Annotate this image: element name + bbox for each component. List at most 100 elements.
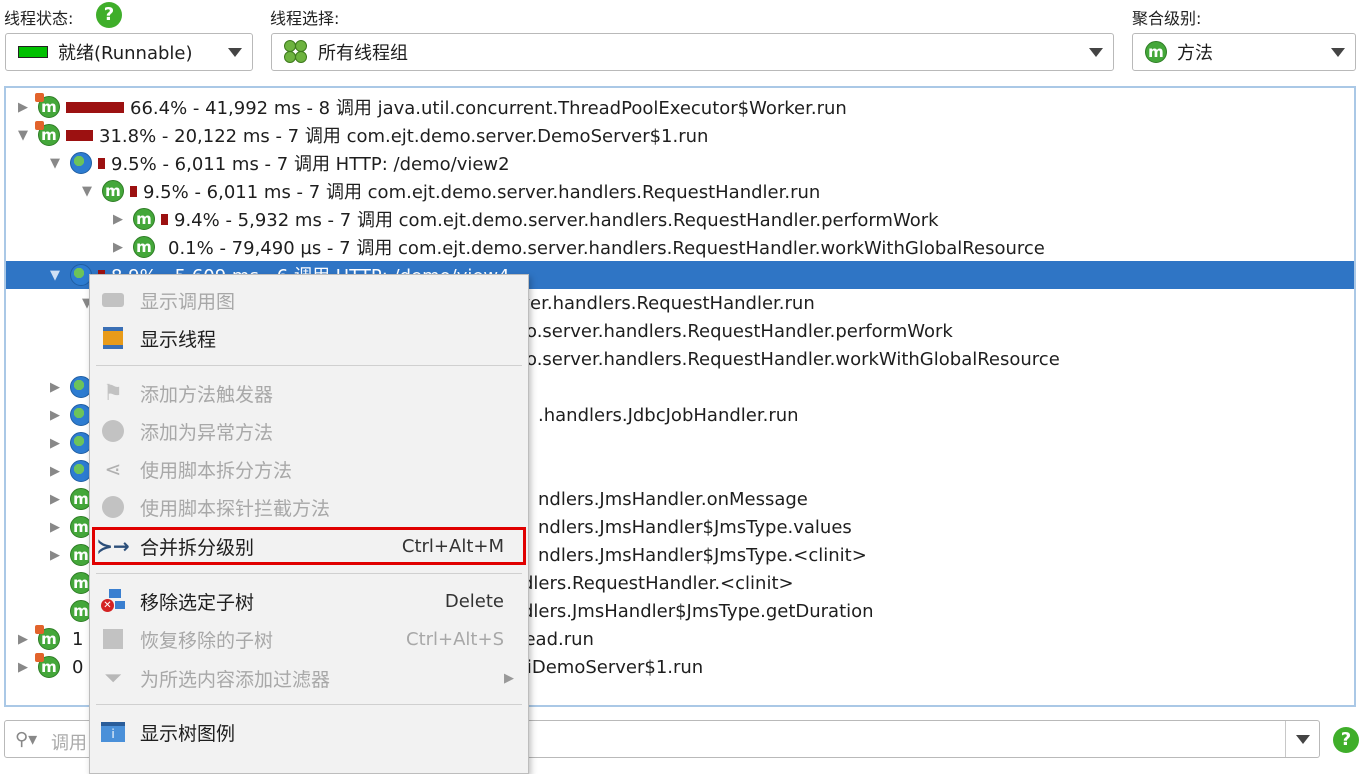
tree-row[interactable]: m 9.5% - 6,011 ms - 7 调用 com.ejt.demo.se… bbox=[6, 177, 1354, 205]
menu-separator bbox=[96, 573, 522, 574]
thread-state-value: 就绪(Runnable) bbox=[58, 43, 193, 64]
expand-icon[interactable] bbox=[46, 520, 64, 535]
menu-item-remove-subtree[interactable]: ✕ 移除选定子树 Delete bbox=[90, 583, 528, 619]
flag-icon: ⚑ bbox=[103, 380, 123, 406]
chevron-down-icon bbox=[1331, 48, 1345, 57]
expand-icon[interactable] bbox=[109, 240, 127, 255]
method-icon: m bbox=[133, 236, 155, 258]
expand-icon[interactable] bbox=[109, 212, 127, 227]
filter-dropdown-button[interactable] bbox=[1285, 721, 1319, 757]
row-label: 31.8% - 20,122 ms - 7 调用 com.ejt.demo.se… bbox=[99, 126, 709, 147]
row-label: 9.4% - 5,932 ms - 7 调用 com.ejt.demo.serv… bbox=[174, 210, 939, 231]
row-label: 66.4% - 41,992 ms - 8 调用 java.util.concu… bbox=[130, 98, 847, 119]
menu-separator bbox=[96, 704, 522, 705]
method-icon: m bbox=[35, 653, 60, 678]
menu-item-add-exception-method[interactable]: 添加为异常方法 bbox=[90, 413, 528, 449]
expand-icon[interactable] bbox=[14, 660, 32, 675]
method-icon: m bbox=[102, 180, 124, 202]
row-label-prefix: 1 bbox=[72, 628, 84, 650]
row-label: ndlers.JmsHandler$JmsType.<clinit> bbox=[538, 544, 867, 566]
collapse-icon[interactable] bbox=[14, 128, 32, 143]
menu-item-intercept-probe-script[interactable]: 使用脚本探针拦截方法 bbox=[90, 489, 528, 525]
aggregation-combo[interactable]: m 方法 bbox=[1132, 33, 1356, 71]
row-label: 9.5% - 6,011 ms - 7 调用 com.ejt.demo.serv… bbox=[143, 182, 821, 203]
expand-icon[interactable] bbox=[46, 464, 64, 479]
tree-row[interactable]: 9.5% - 6,011 ms - 7 调用 HTTP: /demo/view2 bbox=[6, 149, 1354, 177]
expand-icon[interactable] bbox=[14, 100, 32, 115]
expand-icon[interactable] bbox=[46, 408, 64, 423]
row-label: 9.5% - 6,011 ms - 7 调用 HTTP: /demo/view2 bbox=[111, 154, 510, 175]
chevron-down-icon bbox=[228, 48, 242, 57]
row-label: o.server.handlers.RequestHandler.workWit… bbox=[526, 348, 1060, 370]
thread-state-combo[interactable]: 就绪(Runnable) bbox=[5, 33, 253, 71]
context-menu: 显示调用图 显示线程 ⚑ 添加方法触发器 添加为异常方法 ⋖ 使用脚本拆分方法 … bbox=[89, 274, 529, 774]
tree-row[interactable]: m 0.1% - 79,490 µs - 7 调用 com.ejt.demo.s… bbox=[6, 233, 1354, 261]
collapse-icon[interactable] bbox=[46, 268, 64, 283]
menu-item-show-call-graph[interactable]: 显示调用图 bbox=[90, 282, 528, 318]
probe-icon bbox=[100, 494, 126, 520]
globe-icon bbox=[70, 152, 92, 174]
row-label: dlers.JmsHandler$JmsType.getDuration bbox=[522, 600, 874, 622]
submenu-arrow-icon: ▶ bbox=[504, 670, 514, 686]
highlight-box bbox=[92, 527, 526, 565]
tree-row[interactable]: m 66.4% - 41,992 ms - 8 调用 java.util.con… bbox=[6, 93, 1354, 121]
row-label: o.server.handlers.RequestHandler.perform… bbox=[526, 320, 953, 342]
percent-bar bbox=[98, 157, 105, 169]
menu-item-split-method-script[interactable]: ⋖ 使用脚本拆分方法 bbox=[90, 451, 528, 487]
tree-row[interactable]: m 9.4% - 5,932 ms - 7 调用 com.ejt.demo.se… bbox=[6, 205, 1354, 233]
row-label: dlers.RequestHandler.<clinit> bbox=[522, 572, 794, 594]
expand-icon[interactable] bbox=[46, 436, 64, 451]
chevron-down-icon bbox=[1089, 48, 1103, 57]
method-gray-icon bbox=[100, 418, 126, 444]
help-icon[interactable]: ? bbox=[96, 2, 122, 28]
row-label: rver.handlers.RequestHandler.run bbox=[512, 292, 815, 314]
row-label: .handlers.JdbcJobHandler.run bbox=[538, 404, 799, 426]
split-icon: ⋖ bbox=[104, 457, 122, 481]
menu-item-add-method-trigger[interactable]: ⚑ 添加方法触发器 bbox=[90, 375, 528, 411]
thread-select-combo[interactable]: 所有线程组 bbox=[271, 33, 1114, 71]
expand-icon[interactable] bbox=[14, 632, 32, 647]
legend-info-icon: i bbox=[100, 719, 126, 745]
aggregation-value: 方法 bbox=[1177, 43, 1213, 64]
menu-separator bbox=[96, 365, 522, 366]
tree-row[interactable]: m 31.8% - 20,122 ms - 7 调用 com.ejt.demo.… bbox=[6, 121, 1354, 149]
expand-icon[interactable] bbox=[46, 380, 64, 395]
collapse-icon[interactable] bbox=[46, 156, 64, 171]
collapse-icon[interactable] bbox=[78, 184, 96, 199]
help-icon[interactable]: ? bbox=[1333, 727, 1359, 753]
method-icon: m bbox=[35, 121, 60, 146]
row-label: ndlers.JmsHandler$JmsType.values bbox=[538, 516, 852, 538]
thread-state-label: 线程状态: bbox=[4, 9, 74, 28]
call-graph-icon bbox=[100, 287, 126, 313]
menu-item-show-thread[interactable]: 显示线程 bbox=[90, 320, 528, 356]
restore-subtree-icon bbox=[100, 626, 126, 652]
menu-item-show-tree-legend[interactable]: i 显示树图例 bbox=[90, 714, 528, 750]
percent-bar bbox=[66, 129, 93, 141]
method-icon: m bbox=[35, 625, 60, 650]
shortcut-label: Delete bbox=[444, 590, 504, 612]
method-icon: m bbox=[1145, 41, 1167, 63]
runnable-swatch-icon bbox=[18, 46, 48, 58]
row-label: 0.1% - 79,490 µs - 7 调用 com.ejt.demo.ser… bbox=[168, 238, 1045, 259]
menu-item-add-filter[interactable]: ⏷ 为所选内容添加过滤器 ▶ bbox=[90, 660, 528, 696]
thread-spool-icon bbox=[100, 325, 126, 351]
filter-placeholder: 调用 bbox=[51, 733, 87, 754]
menu-item-restore-subtree[interactable]: 恢复移除的子树 Ctrl+Alt+S bbox=[90, 621, 528, 657]
method-icon: m bbox=[35, 93, 60, 118]
method-icon: m bbox=[133, 208, 155, 230]
shortcut-label: Ctrl+Alt+S bbox=[406, 628, 504, 650]
search-icon[interactable]: ⚲▾ bbox=[15, 729, 37, 750]
row-label: ndlers.JmsHandler.onMessage bbox=[538, 488, 808, 510]
thread-select-label: 线程选择: bbox=[270, 9, 340, 28]
row-label: uiDemoServer$1.run bbox=[515, 656, 704, 678]
percent-bar bbox=[130, 185, 137, 197]
percent-bar bbox=[66, 101, 124, 113]
expand-icon[interactable] bbox=[46, 492, 64, 507]
percent-bar bbox=[161, 213, 168, 225]
thread-groups-icon bbox=[284, 40, 308, 64]
row-label-prefix: 0 bbox=[72, 656, 84, 678]
expand-icon[interactable] bbox=[46, 548, 64, 563]
thread-select-value: 所有线程组 bbox=[318, 43, 408, 64]
remove-subtree-icon: ✕ bbox=[100, 588, 126, 614]
aggregation-label: 聚合级别: bbox=[1132, 9, 1202, 28]
